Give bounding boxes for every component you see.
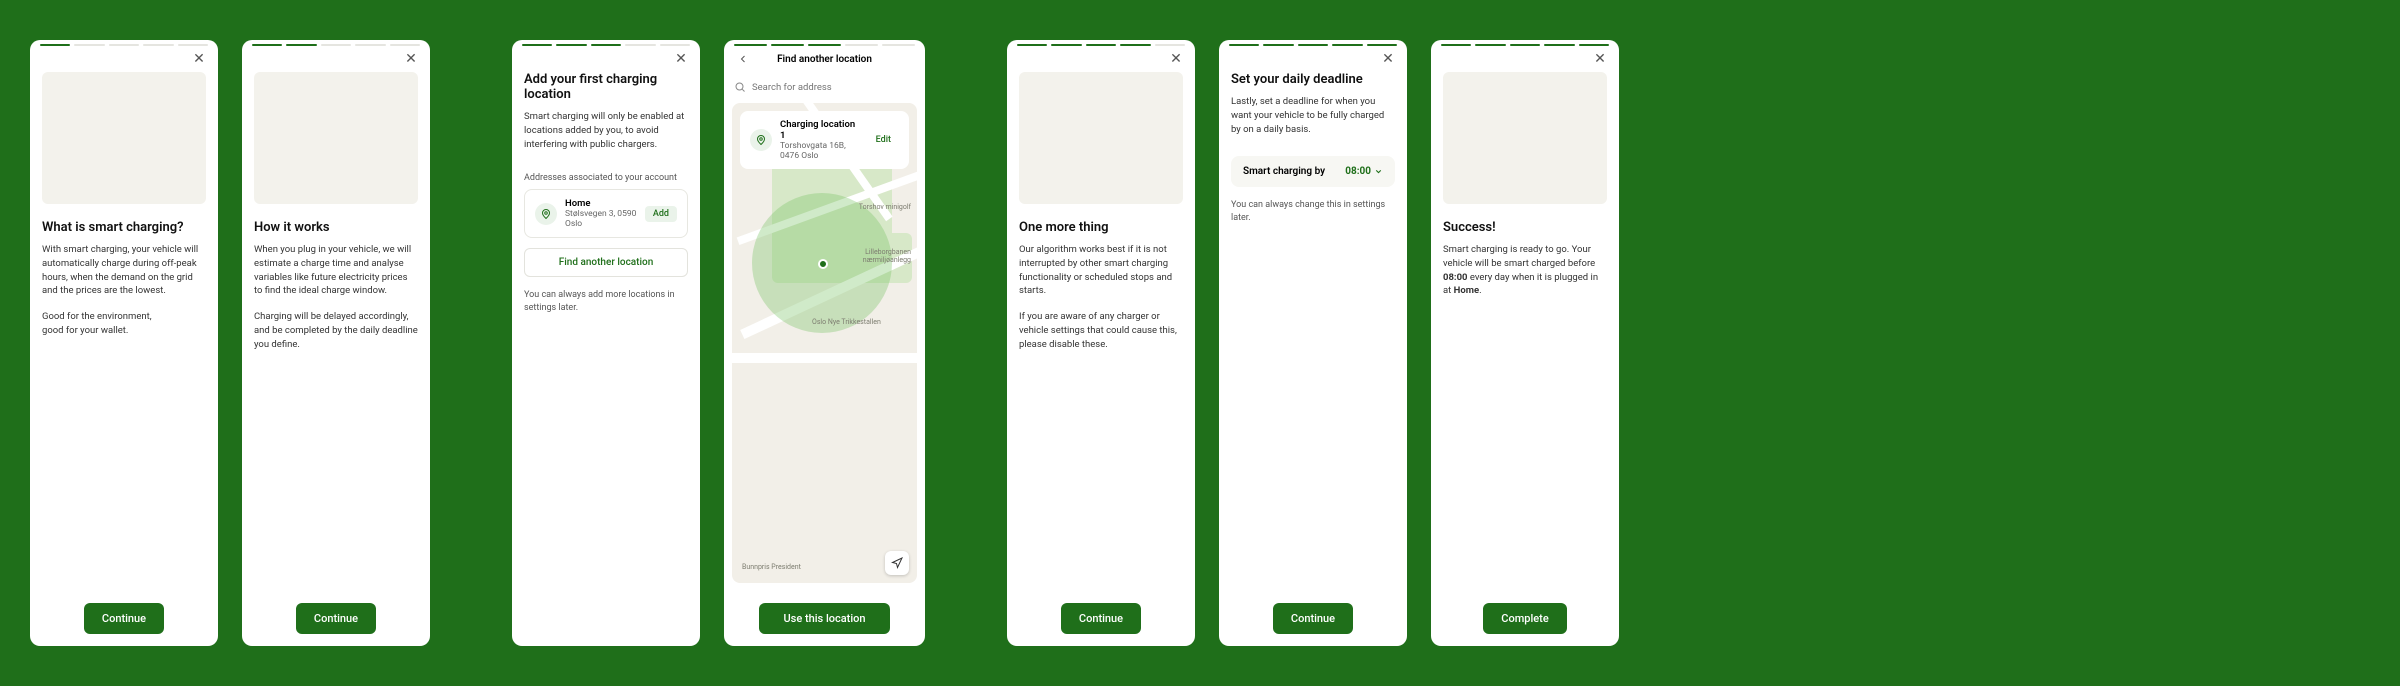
hero-image-placeholder [1019, 72, 1183, 204]
body-text: Smart charging will only be enabled at l… [524, 110, 688, 151]
search-row[interactable] [724, 72, 925, 103]
location-title: Charging location 1 [780, 119, 860, 141]
hero-image-placeholder [1443, 72, 1607, 204]
map-label: Bunnpris President [742, 563, 801, 571]
locate-me-button[interactable] [885, 551, 909, 575]
add-address-button[interactable]: Add [645, 206, 677, 222]
deadline-card: Smart charging by 08:00 [1231, 156, 1395, 187]
page-heading: Add your first charging location [524, 72, 688, 102]
find-another-location-button[interactable]: Find another location [524, 248, 688, 277]
body-text: Smart charging is ready to go. Your vehi… [1443, 243, 1607, 298]
body-text-2: If you are aware of any charger or vehic… [1019, 310, 1183, 351]
use-this-location-button[interactable]: Use this location [759, 603, 889, 634]
page-heading: What is smart charging? [42, 220, 206, 235]
pin-icon [535, 203, 557, 225]
screen-what-is-smart-charging: ✕ What is smart charging? With smart cha… [30, 40, 218, 646]
body-text-1: Our algorithm works best if it is not in… [1019, 243, 1183, 298]
search-icon [734, 78, 746, 97]
address-card-home: Home Stølsvegen 3, 0590 Oslo Add [524, 189, 688, 238]
section-label: Addresses associated to your account [524, 173, 688, 183]
continue-button[interactable]: Continue [296, 603, 376, 634]
complete-button[interactable]: Complete [1483, 603, 1566, 634]
close-icon[interactable]: ✕ [1379, 50, 1397, 68]
screen-success: ✕ Success! Smart charging is ready to go… [1431, 40, 1619, 646]
deadline-time-value: 08:00 [1345, 166, 1371, 177]
selected-location-card: Charging location 1 Torshovgata 16B, 047… [740, 111, 909, 169]
page-heading: Set your daily deadline [1231, 72, 1395, 87]
screen-find-location-map: Find another location Torshov minigolf L… [724, 40, 925, 646]
address-subtitle: Stølsvegen 3, 0590 Oslo [565, 209, 637, 229]
map-pin [818, 259, 828, 269]
screen-add-first-location: ✕ Add your first charging location Smart… [512, 40, 700, 646]
location-subtitle: Torshovgata 16B, 0476 Oslo [780, 141, 860, 161]
continue-button[interactable]: Continue [84, 603, 164, 634]
map-label: Lilleborgbanen nærmiljøanlegg [851, 248, 911, 264]
body-text-2: Charging will be delayed accordingly, an… [254, 310, 418, 351]
map[interactable]: Torshov minigolf Lilleborgbanen nærmiljø… [732, 103, 917, 583]
close-icon[interactable]: ✕ [1591, 50, 1609, 68]
page-heading: How it works [254, 220, 418, 235]
screen-set-deadline: ✕ Set your daily deadline Lastly, set a … [1219, 40, 1407, 646]
body-text-1: With smart charging, your vehicle will a… [42, 243, 206, 298]
chevron-down-icon [1374, 167, 1383, 176]
close-icon[interactable]: ✕ [402, 50, 420, 68]
body-text-2: Good for the environment, good for your … [42, 310, 206, 338]
hero-image-placeholder [42, 72, 206, 204]
map-label: Torshov minigolf [859, 203, 911, 211]
continue-button[interactable]: Continue [1061, 603, 1141, 634]
pin-icon [750, 129, 772, 151]
close-icon[interactable]: ✕ [1167, 50, 1185, 68]
screen-one-more-thing: ✕ One more thing Our algorithm works bes… [1007, 40, 1195, 646]
body-text: Lastly, set a deadline for when you want… [1231, 95, 1395, 136]
map-label: Oslo Nye Trikkestallen [812, 318, 881, 326]
hint-text: You can always add more locations in set… [524, 289, 688, 315]
deadline-label: Smart charging by [1243, 166, 1325, 177]
continue-button[interactable]: Continue [1273, 603, 1353, 634]
page-heading: One more thing [1019, 220, 1183, 235]
close-icon[interactable]: ✕ [190, 50, 208, 68]
edit-location-button[interactable]: Edit [868, 132, 899, 148]
screen-how-it-works: ✕ How it works When you plug in your veh… [242, 40, 430, 646]
address-title: Home [565, 198, 637, 209]
back-icon[interactable] [734, 50, 752, 68]
search-input[interactable] [752, 82, 915, 93]
body-text-1: When you plug in your vehicle, we will e… [254, 243, 418, 298]
hint-text: You can always change this in settings l… [1231, 199, 1395, 225]
page-heading: Success! [1443, 220, 1607, 235]
deadline-time-picker[interactable]: 08:00 [1345, 166, 1383, 177]
hero-image-placeholder [254, 72, 418, 204]
nav-title: Find another location [724, 48, 925, 72]
close-icon[interactable]: ✕ [672, 50, 690, 68]
